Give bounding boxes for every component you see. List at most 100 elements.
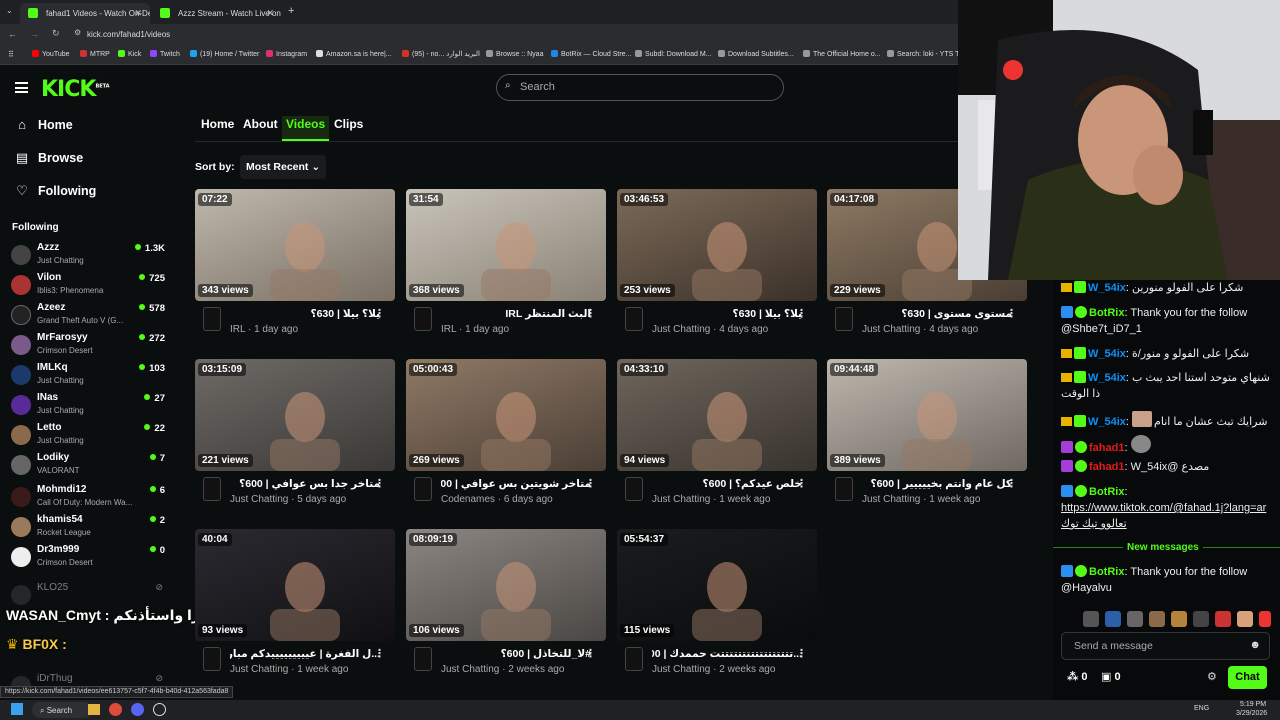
video-title[interactable]: يلا؟ بيلا | 630؟ [230,308,380,320]
more-options-icon[interactable]: ⋮ [585,647,596,660]
video-category[interactable]: Just Chatting [652,664,710,675]
close-icon[interactable]: ✕ [134,8,142,19]
following-channel[interactable]: INas Just Chatting 27 [11,392,171,422]
video-thumbnail[interactable]: 07:22 343 views [195,189,395,301]
following-channel[interactable]: Letto Just Chatting 22 [11,422,171,452]
chat-username[interactable]: W_54ix [1088,372,1126,384]
video-thumbnail[interactable]: 03:15:09 221 views [195,359,395,471]
video-card[interactable]: 05:54:37 115 views ...تتتتتتتتتتتتتتتتتت ح… [617,529,817,689]
language-indicator[interactable]: ENG [1194,705,1209,712]
chat-username[interactable]: W_54ix [1088,416,1126,428]
sidebar-item-following[interactable]: ♡ Following [15,183,96,199]
tab-home[interactable]: Home [197,116,238,141]
video-category[interactable]: Just Chatting [652,324,710,335]
browser-tab[interactable]: Azzz Stream - Watch Live on Ki ✕ [152,3,282,24]
video-card[interactable]: 03:46:53 253 views يلا؟ بيلا | 630؟ Just Ch… [617,189,817,349]
video-card[interactable]: 31:54 368 views البث المنتظر IRL IRL · 1 da… [406,189,606,349]
tab-about[interactable]: About [239,116,282,141]
bookmark[interactable]: Download Subtitles... [718,50,794,58]
video-card[interactable]: 09:44:48 389 views كل عام وانتم بخييييير |… [827,359,1027,519]
video-title[interactable]: #لا_للتخاذل | 600؟ [441,648,591,660]
video-category[interactable]: Codenames [441,494,495,505]
video-thumbnail[interactable]: 05:54:37 115 views [617,529,817,641]
chrome-icon[interactable] [109,703,122,716]
gifts-counter[interactable]: ▣ 0 [1101,670,1121,683]
chat-username[interactable]: fahad1 [1089,461,1124,473]
menu-icon[interactable] [15,82,28,93]
video-title[interactable]: ...تتتتتتتتتتتتتتتتتت حممدك | 500؟ [652,648,802,660]
tab-videos[interactable]: Videos [282,116,330,141]
bookmark[interactable]: Search: loki - YTS TV... [887,50,969,58]
following-channel[interactable]: Azeez Grand Theft Auto V (G... 578 [11,302,171,332]
bookmark[interactable]: (19) Home / Twitter [190,50,259,58]
video-category[interactable]: Just Chatting [862,494,920,505]
tab-clips[interactable]: Clips [330,116,367,141]
following-channel[interactable]: Azzz Just Chatting 1.3K [11,242,171,272]
more-options-icon[interactable]: ⋮ [796,477,807,490]
more-options-icon[interactable]: ⋮ [1006,307,1017,320]
chat-username[interactable]: BotRix [1089,566,1124,578]
close-icon[interactable]: ✕ [266,8,274,19]
clock-time[interactable]: 5:19 PM [1240,701,1266,708]
taskbar-search[interactable]: ⌕ Search [32,702,92,718]
channel-avatar[interactable] [414,477,432,501]
channel-avatar[interactable] [835,307,853,331]
video-card[interactable]: 08:09:19 106 views #لا_للتخاذل | 600؟ Just … [406,529,606,689]
video-category[interactable]: IRL [230,324,245,335]
bookmark[interactable]: Subdl: Download M... [635,50,712,58]
new-tab-icon[interactable]: + [288,5,294,17]
emoji-icon[interactable]: ☻ [1249,639,1261,651]
forward-icon[interactable]: → [30,29,39,39]
more-options-icon[interactable]: ⋮ [585,477,596,490]
video-title[interactable]: خلص عيدكم؟ | 600؟ [652,478,802,490]
windows-start-icon[interactable] [11,703,23,715]
channel-avatar[interactable] [203,307,221,331]
video-category[interactable]: Just Chatting [230,664,288,675]
chat-username[interactable]: W_54ix [1088,282,1126,294]
channel-avatar[interactable] [625,307,643,331]
video-thumbnail[interactable]: 04:33:10 94 views [617,359,817,471]
video-card[interactable]: 04:33:10 94 views خلص عيدكم؟ | 600؟ Just Ch… [617,359,817,519]
settings-icon[interactable]: ⚙ [1207,670,1217,683]
following-channel[interactable]: Vilon Iblis3: Phenomena 725 [11,272,171,302]
video-thumbnail[interactable]: 08:09:19 106 views [406,529,606,641]
more-options-icon[interactable]: ⋮ [585,307,596,320]
more-options-icon[interactable]: ⋮ [1006,477,1017,490]
channel-avatar[interactable] [414,307,432,331]
bookmark[interactable]: The Official Home o... [803,50,881,58]
channel-avatar[interactable] [625,647,643,671]
site-info-icon[interactable]: ⚙ [74,28,81,37]
discord-icon[interactable] [131,703,144,716]
channel-avatar[interactable] [203,647,221,671]
tab-search-icon[interactable]: ⌄ [6,6,13,15]
reload-icon[interactable]: ↻ [52,28,60,39]
more-options-icon[interactable]: ⋮ [374,647,385,660]
more-options-icon[interactable]: ⋮ [796,307,807,320]
kick-logo[interactable]: KICKBETA [41,77,110,102]
video-thumbnail[interactable]: 03:46:53 253 views [617,189,817,301]
bookmark[interactable]: Kick [118,50,141,58]
obs-icon[interactable] [153,703,166,716]
more-options-icon[interactable]: ⋮ [796,647,807,660]
bookmark[interactable]: MTRP [80,50,110,58]
video-title[interactable]: كل عام وانتم بخييييير | 600؟ [862,478,1013,490]
following-channel[interactable]: Dr3m999 Crimson Desert 0 [11,544,171,574]
video-card[interactable]: 05:00:43 269 views متاخر شويتين بس عوافي |… [406,359,606,519]
bookmark[interactable]: BotRix — Cloud Stre... [551,50,631,58]
video-card[interactable]: 07:22 343 views يلا؟ بيلا | 630؟ IRL · 1 da… [195,189,395,349]
video-category[interactable]: IRL [441,324,456,335]
browser-tab-active[interactable]: fahad1 Videos - Watch On-Dem ✕ [20,3,150,24]
back-icon[interactable]: ← [8,29,17,39]
clock-date[interactable]: 3/29/2026 [1236,710,1267,717]
video-thumbnail[interactable]: 31:54 368 views [406,189,606,301]
video-title[interactable]: مستوى مستوى | 630؟ [862,308,1012,320]
channel-avatar[interactable] [203,477,221,501]
url-field[interactable]: kick.com/fahad1/videos [87,30,170,39]
video-title[interactable]: ...ل الفغرة | عيييييييييدكم مبارك !! [230,648,380,660]
video-thumbnail[interactable]: 40:04 93 views [195,529,395,641]
bookmark[interactable]: Browse :: Nyaa [486,50,543,58]
bookmark[interactable]: (95) - no... البريد الوارد [402,50,480,58]
chat-username[interactable]: W_54ix [1088,348,1126,360]
search-input[interactable]: ⌕ Search [496,74,784,101]
folder-icon[interactable] [88,704,100,715]
